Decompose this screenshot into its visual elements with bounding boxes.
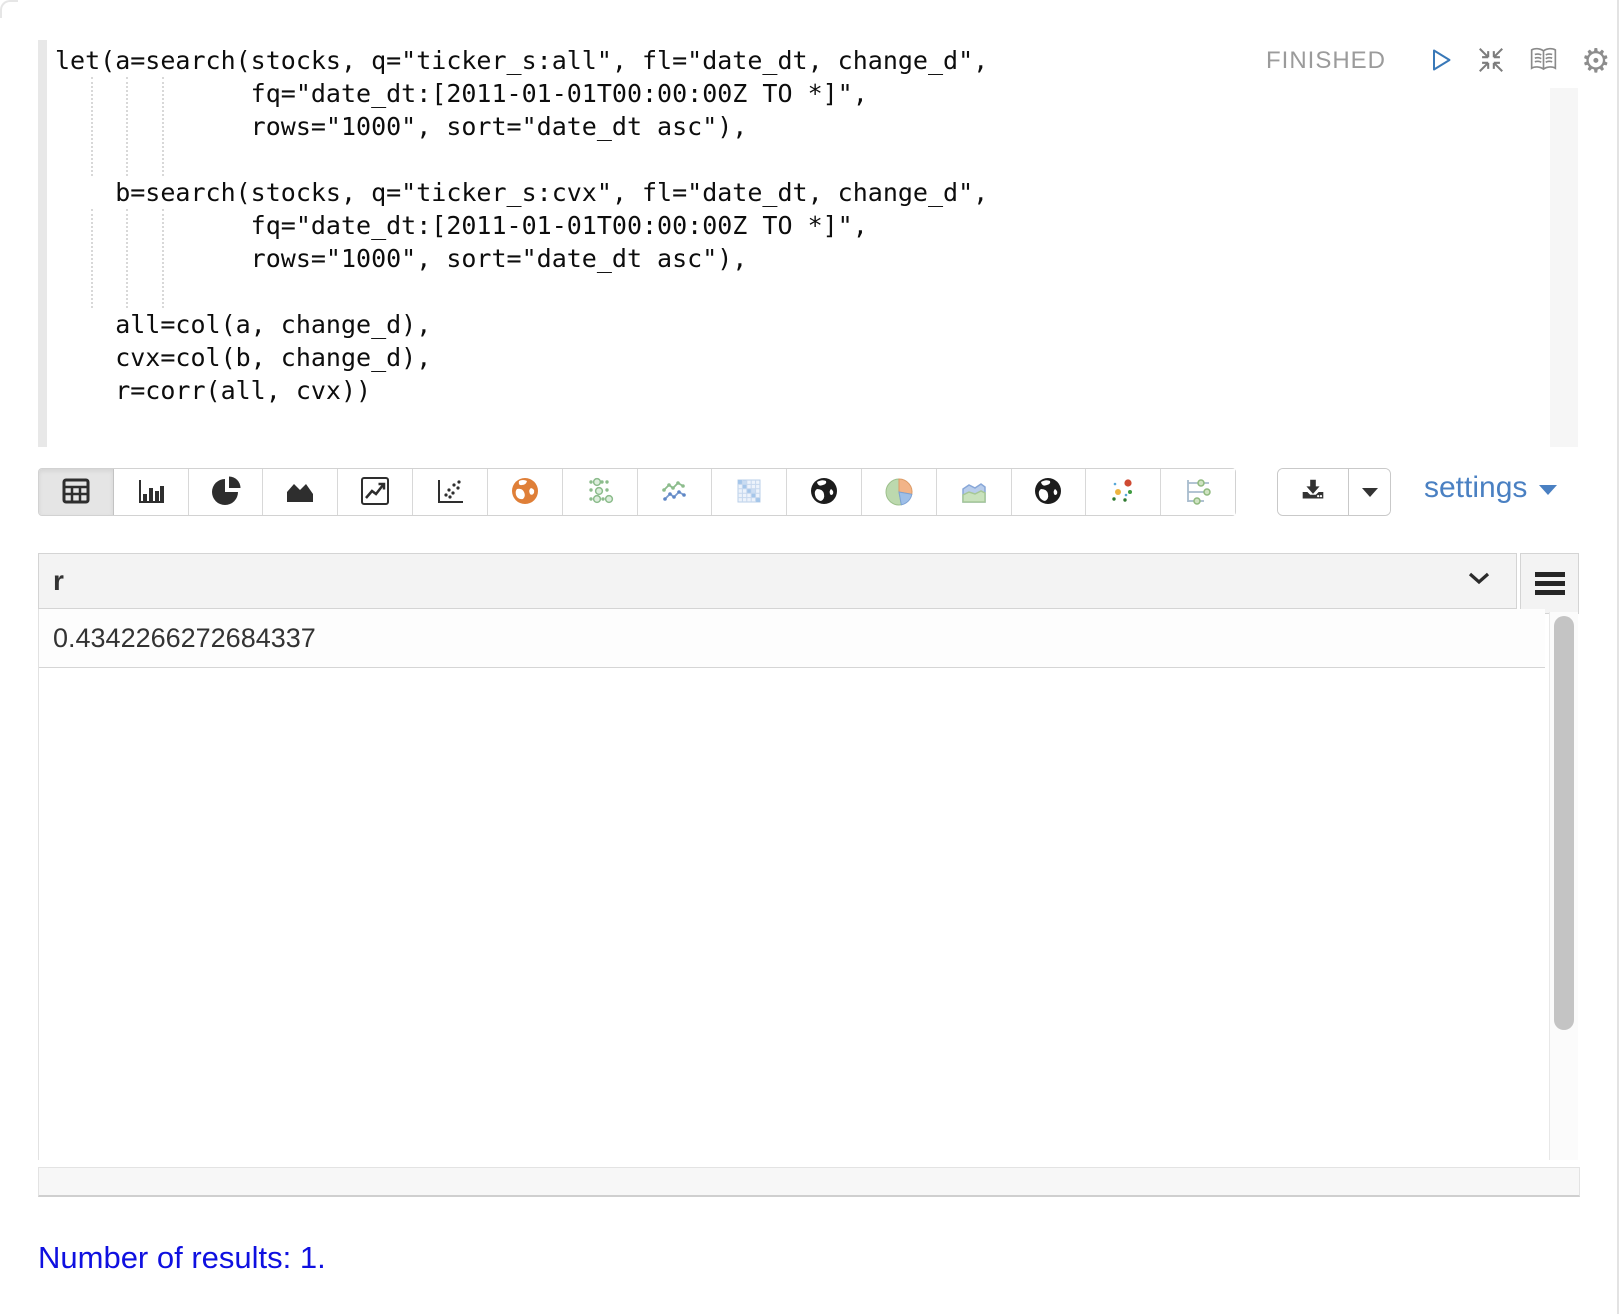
viz-tab-stacked-area[interactable] [937, 469, 1012, 515]
settings-caret-icon [1539, 485, 1557, 495]
indent-guide [126, 209, 128, 308]
viz-tab-colored-pie[interactable] [862, 469, 937, 515]
download-button-group [1277, 468, 1391, 516]
indent-guide [126, 77, 128, 176]
download-menu-button[interactable] [1348, 469, 1390, 515]
table-row: 0.4342266272684337 [39, 609, 1545, 668]
bar-chart-icon [135, 475, 167, 510]
dot-matrix-icon [584, 475, 616, 510]
show-editor-button[interactable] [1528, 46, 1559, 77]
table-body: 0.4342266272684337 [38, 609, 1545, 1160]
paragraph-card-corner [0, 0, 18, 18]
vertical-scrollbar-thumb[interactable] [1554, 616, 1574, 1030]
viz-tab-bubble[interactable] [1086, 469, 1161, 515]
sliders-icon [1182, 475, 1214, 510]
grid-menu-button[interactable] [1520, 553, 1579, 614]
table-column-header[interactable]: r [38, 553, 1517, 609]
indent-guide [91, 209, 93, 308]
table-vertical-scrollbar[interactable] [1549, 612, 1578, 1160]
paragraph-card-border [1617, 0, 1619, 1314]
viz-tab-area-chart[interactable] [263, 469, 338, 515]
viz-tab-bar-chart[interactable] [114, 469, 189, 515]
viz-tab-multi-line[interactable] [638, 469, 713, 515]
play-icon [1428, 47, 1454, 76]
scatter-chart-icon [434, 475, 466, 510]
indent-guide [162, 77, 164, 176]
viz-tab-table[interactable] [39, 469, 114, 515]
editor-gutter [38, 40, 47, 447]
line-chart-icon [359, 475, 391, 510]
results-count-text: Number of results: 1. [38, 1240, 326, 1276]
paragraph-controls: FINISHED ⚙ [1266, 44, 1611, 78]
download-button[interactable] [1278, 469, 1348, 515]
settings-link[interactable]: settings [1424, 471, 1557, 505]
status-badge: FINISHED [1266, 47, 1386, 75]
black-globe-icon-2 [1032, 475, 1064, 510]
table-icon [60, 475, 92, 510]
stacked-area-icon [958, 475, 990, 510]
viz-tab-heatmap[interactable] [712, 469, 787, 515]
viz-tab-world-map[interactable] [787, 469, 862, 515]
bubble-scatter-icon [1107, 475, 1139, 510]
orange-globe-icon [509, 475, 541, 510]
visualization-toolbar [38, 468, 1236, 516]
viz-tab-scatter-chart[interactable] [413, 469, 488, 515]
column-header-label: r [39, 565, 64, 597]
multi-line-icon [658, 475, 690, 510]
viz-tab-geo-map[interactable] [1012, 469, 1087, 515]
hamburger-icon [1535, 572, 1565, 577]
gear-icon: ⚙ [1581, 46, 1611, 76]
collapse-output-button[interactable] [1476, 45, 1506, 78]
heatmap-icon [733, 475, 765, 510]
editor-scrollbar-track[interactable] [1550, 88, 1578, 447]
indent-guide [91, 77, 93, 176]
table-horizontal-scrollbar[interactable] [38, 1167, 1580, 1197]
download-icon [1298, 476, 1328, 509]
viz-tab-pie-chart[interactable] [189, 469, 264, 515]
column-menu-button[interactable] [1466, 570, 1492, 590]
viz-tab-dot-matrix[interactable] [563, 469, 638, 515]
area-chart-icon [284, 475, 316, 510]
settings-label: settings [1424, 471, 1527, 505]
viz-tab-map-orange[interactable] [488, 469, 563, 515]
pie-chart-icon [210, 475, 242, 510]
black-globe-icon [808, 475, 840, 510]
caret-down-icon [1362, 488, 1378, 497]
chevron-down-icon [1468, 573, 1490, 588]
colored-pie-icon [883, 475, 915, 510]
compress-icon [1476, 45, 1506, 78]
book-icon [1528, 46, 1559, 77]
code-editor[interactable]: let(a=search(stocks, q="ticker_s:all", f… [38, 40, 1583, 447]
indent-guide [162, 209, 164, 308]
code-text[interactable]: let(a=search(stocks, q="ticker_s:all", f… [55, 44, 988, 407]
settings-gear-button[interactable]: ⚙ [1581, 46, 1611, 76]
viz-tab-parallel-sliders[interactable] [1161, 469, 1235, 515]
viz-tab-line-chart[interactable] [338, 469, 413, 515]
run-button[interactable] [1428, 47, 1454, 76]
